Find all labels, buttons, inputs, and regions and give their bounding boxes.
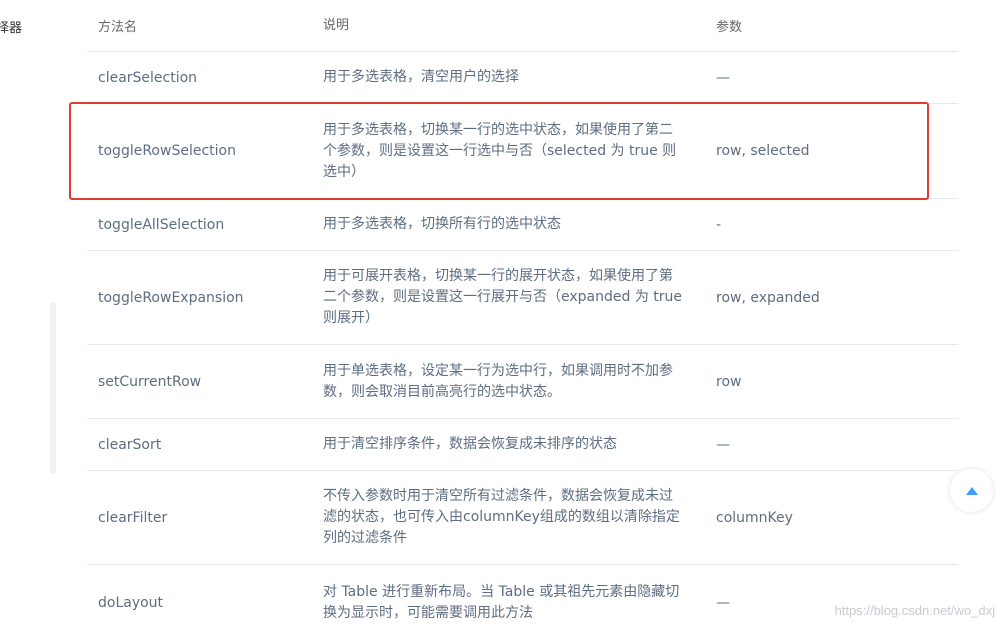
sidebar-fragment: 择器 bbox=[0, 21, 22, 36]
caret-up-icon bbox=[965, 486, 978, 495]
method-name: toggleRowExpansion bbox=[98, 289, 244, 306]
method-name: setCurrentRow bbox=[98, 373, 202, 390]
table-row: doLayout 对 Table 进行重新布局。当 Table 或其祖先元素由隐… bbox=[87, 565, 958, 640]
highlight-box bbox=[69, 102, 929, 200]
back-to-top-button[interactable] bbox=[950, 469, 993, 512]
table-row: clearFilter 不传入参数时用于清空所有过滤条件，数据会恢复成未过滤的状… bbox=[87, 471, 958, 565]
watermark: https://blog.csdn.net/wo_dxj bbox=[834, 603, 995, 618]
sidebar-scrollbar[interactable] bbox=[50, 302, 56, 474]
header-params: 参数 bbox=[716, 20, 743, 35]
method-name: clearSelection bbox=[98, 69, 198, 86]
method-desc: 用于单选表格，设定某一行为选中行，如果调用时不加参数，则会取消目前高亮行的选中状… bbox=[323, 362, 673, 400]
method-desc: 不传入参数时用于清空所有过滤条件，数据会恢复成未过滤的状态，也可传入由colum… bbox=[323, 488, 680, 546]
method-params: — bbox=[716, 69, 730, 86]
method-name: clearFilter bbox=[98, 509, 168, 526]
method-params: row, expanded bbox=[716, 289, 820, 306]
header-desc: 说明 bbox=[323, 18, 350, 33]
method-name: doLayout bbox=[98, 594, 164, 611]
table-row: toggleAllSelection 用于多选表格，切换所有行的选中状态 - bbox=[87, 199, 958, 251]
method-name: toggleAllSelection bbox=[98, 216, 225, 233]
method-params: columnKey bbox=[716, 509, 793, 526]
method-params: row bbox=[716, 373, 742, 390]
table-row: clearSort 用于清空排序条件，数据会恢复成未排序的状态 — bbox=[87, 419, 958, 471]
method-params: - bbox=[716, 216, 722, 233]
method-desc: 用于可展开表格，切换某一行的展开状态，如果使用了第二个参数，则是设置这一行展开与… bbox=[323, 268, 683, 326]
method-desc: 用于多选表格，清空用户的选择 bbox=[323, 69, 519, 85]
method-desc: 对 Table 进行重新布局。当 Table 或其祖先元素由隐藏切换为显示时，可… bbox=[323, 583, 680, 621]
table-row: clearSelection 用于多选表格，清空用户的选择 — bbox=[87, 52, 958, 104]
method-desc: 用于清空排序条件，数据会恢复成未排序的状态 bbox=[323, 436, 617, 452]
method-params: — bbox=[716, 436, 730, 453]
table-header-row: 方法名 说明 参数 bbox=[87, 0, 958, 52]
method-name: clearSort bbox=[98, 436, 162, 453]
table-row: setCurrentRow 用于单选表格，设定某一行为选中行，如果调用时不加参数… bbox=[87, 345, 958, 419]
methods-table: 方法名 说明 参数 clearSelection 用于多选表格，清空用户的选择 … bbox=[87, 0, 958, 640]
table-row: toggleRowExpansion 用于可展开表格，切换某一行的展开状态，如果… bbox=[87, 251, 958, 345]
method-desc: 用于多选表格，切换所有行的选中状态 bbox=[323, 216, 561, 232]
method-params: — bbox=[716, 594, 730, 611]
header-method: 方法名 bbox=[98, 20, 138, 35]
